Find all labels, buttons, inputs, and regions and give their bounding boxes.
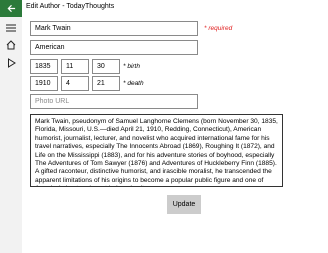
sidebar — [0, 17, 22, 253]
back-button[interactable] — [0, 0, 22, 17]
menu-button[interactable] — [0, 19, 22, 37]
photo-url-field[interactable]: Photo URL — [30, 94, 198, 109]
birth-label: * birth — [123, 63, 140, 70]
nationality-field[interactable]: American — [30, 40, 198, 55]
name-value: Mark Twain — [35, 25, 71, 32]
window-title: Edit Author - TodayThoughts — [26, 3, 115, 10]
death-year-value: 1910 — [35, 80, 51, 87]
birth-month-field[interactable]: 11 — [61, 59, 89, 74]
death-month-value: 4 — [66, 80, 70, 87]
birth-year-field[interactable]: 1835 — [30, 59, 58, 74]
hamburger-icon — [6, 24, 16, 32]
required-hint: * required — [204, 25, 233, 32]
play-icon — [7, 58, 16, 68]
birth-year-value: 1835 — [35, 63, 51, 70]
photo-url-placeholder: Photo URL — [35, 98, 70, 105]
home-button[interactable] — [0, 36, 22, 54]
birth-day-value: 30 — [97, 63, 105, 70]
birth-day-field[interactable]: 30 — [92, 59, 120, 74]
death-day-value: 21 — [97, 80, 105, 87]
bio-text: Mark Twain, pseudonym of Samuel Langhorn… — [35, 118, 278, 186]
title-bar: Edit Author - TodayThoughts — [0, 0, 328, 17]
home-icon — [6, 40, 16, 50]
name-field[interactable]: Mark Twain — [30, 21, 198, 36]
death-year-field[interactable]: 1910 — [30, 76, 58, 91]
death-month-field[interactable]: 4 — [61, 76, 89, 91]
death-label: * death — [123, 80, 144, 87]
update-button[interactable]: Update — [167, 195, 201, 214]
bio-textarea[interactable]: Mark Twain, pseudonym of Samuel Langhorn… — [30, 114, 283, 187]
birth-month-value: 11 — [66, 63, 74, 70]
nationality-value: American — [35, 44, 65, 51]
death-day-field[interactable]: 21 — [92, 76, 120, 91]
play-button[interactable] — [0, 54, 22, 72]
arrow-left-icon — [7, 4, 15, 13]
update-button-label: Update — [172, 201, 196, 208]
